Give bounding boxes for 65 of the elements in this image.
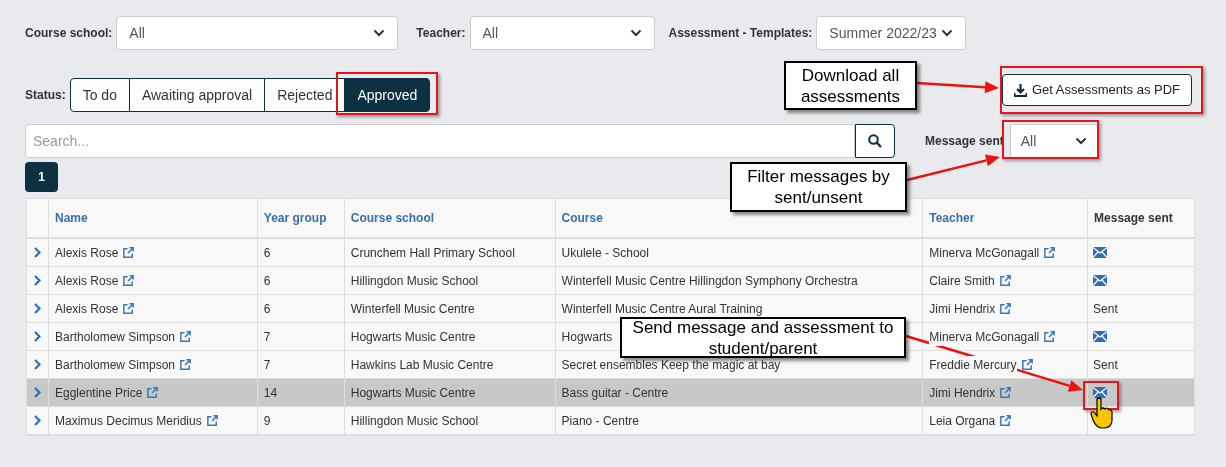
external-link-icon[interactable] xyxy=(999,414,1013,427)
expand-chevron-icon[interactable] xyxy=(34,331,41,342)
external-link-icon[interactable] xyxy=(179,330,193,343)
message-filter-label: Message sent xyxy=(925,133,1004,150)
download-pdf-button[interactable]: Get Assessments as PDF xyxy=(1001,74,1192,106)
teacher-select[interactable]: All xyxy=(469,16,655,50)
chevron-down-icon xyxy=(1074,137,1087,145)
expand-chevron-icon[interactable] xyxy=(34,303,41,314)
callout: Download all assessments xyxy=(784,61,917,110)
filter-label: Assessment - Templates: xyxy=(668,25,813,42)
external-link-icon[interactable] xyxy=(998,274,1012,287)
callout: Send message and assessment to student/parent xyxy=(620,317,906,358)
table-row[interactable]: Alexis Rose 6 Hillingdon Music School Winterfell Music Centre Hillingdon Symphony Orchestra Claire Smith xyxy=(27,267,1194,295)
download-icon xyxy=(1013,83,1027,97)
message-sent-select[interactable]: All xyxy=(1009,124,1098,158)
envelope-icon[interactable] xyxy=(1093,275,1108,286)
envelope-icon[interactable] xyxy=(1093,387,1108,398)
filter-label: Course school: xyxy=(25,25,113,42)
template-select[interactable]: Summer 2022/23 xyxy=(816,16,967,50)
expand-chevron-icon[interactable] xyxy=(34,415,41,426)
envelope-icon[interactable] xyxy=(1093,247,1108,258)
column-header[interactable]: Teacher xyxy=(929,209,975,227)
status-tab[interactable]: Approved xyxy=(344,78,431,112)
column-header[interactable]: Course xyxy=(561,209,603,227)
status-tab[interactable]: Rejected xyxy=(264,78,346,112)
column-header[interactable]: Name xyxy=(55,209,88,227)
chevron-down-icon xyxy=(629,29,642,37)
external-link-icon[interactable] xyxy=(999,302,1013,315)
external-link-icon[interactable] xyxy=(1043,246,1057,259)
status-tab[interactable]: To do xyxy=(69,78,130,112)
chevron-down-icon xyxy=(941,29,954,37)
search-icon xyxy=(868,134,882,148)
table-cell: Freddie Mercury xyxy=(929,355,1017,374)
callout: Filter messages by sent/unsent xyxy=(730,162,907,212)
external-link-icon[interactable] xyxy=(146,386,160,399)
expand-chevron-icon[interactable] xyxy=(34,359,41,370)
course-school-select[interactable]: All xyxy=(116,16,399,50)
chevron-down-icon xyxy=(373,29,386,37)
page-button[interactable]: 1 xyxy=(25,162,58,192)
column-header: Message sent xyxy=(1094,210,1173,227)
table-row[interactable]: Maximus Decimus Meridius 9 Hillingdon Music School Piano - Centre Leia Organa xyxy=(27,407,1194,435)
search-button[interactable] xyxy=(855,124,895,158)
external-link-icon[interactable] xyxy=(122,274,136,287)
column-header[interactable]: Year group xyxy=(263,209,327,227)
status-tab[interactable]: Awaiting approval xyxy=(128,78,266,112)
external-link-icon[interactable] xyxy=(122,302,136,315)
table-cell-text: Sent xyxy=(1093,356,1118,374)
search-field[interactable]: Search... xyxy=(25,124,855,158)
expand-chevron-icon[interactable] xyxy=(34,387,41,398)
column-header[interactable]: Course school xyxy=(350,209,435,227)
external-link-icon[interactable] xyxy=(122,246,136,259)
hand-cursor-icon xyxy=(1090,397,1114,429)
expand-chevron-icon[interactable] xyxy=(34,275,41,286)
status-label: Status: xyxy=(25,87,66,104)
external-link-icon[interactable] xyxy=(1020,358,1034,371)
external-link-icon[interactable] xyxy=(1043,330,1057,343)
external-link-icon[interactable] xyxy=(179,358,193,371)
filter-label: Teacher: xyxy=(416,25,466,42)
envelope-icon[interactable] xyxy=(1093,331,1108,342)
table-row[interactable]: Alexis Rose 6 Crunchem Hall Primary School Ukulele - School Minerva McGonagall xyxy=(27,239,1194,267)
external-link-icon[interactable] xyxy=(999,386,1013,399)
expand-chevron-icon[interactable] xyxy=(34,247,41,258)
table-cell-text: Sent xyxy=(1093,300,1118,318)
external-link-icon[interactable] xyxy=(205,414,219,427)
table-row[interactable]: Egglentine Price 14 Hogwarts Music Centre Bass guitar - Centre Jimi Hendrix xyxy=(27,379,1194,407)
